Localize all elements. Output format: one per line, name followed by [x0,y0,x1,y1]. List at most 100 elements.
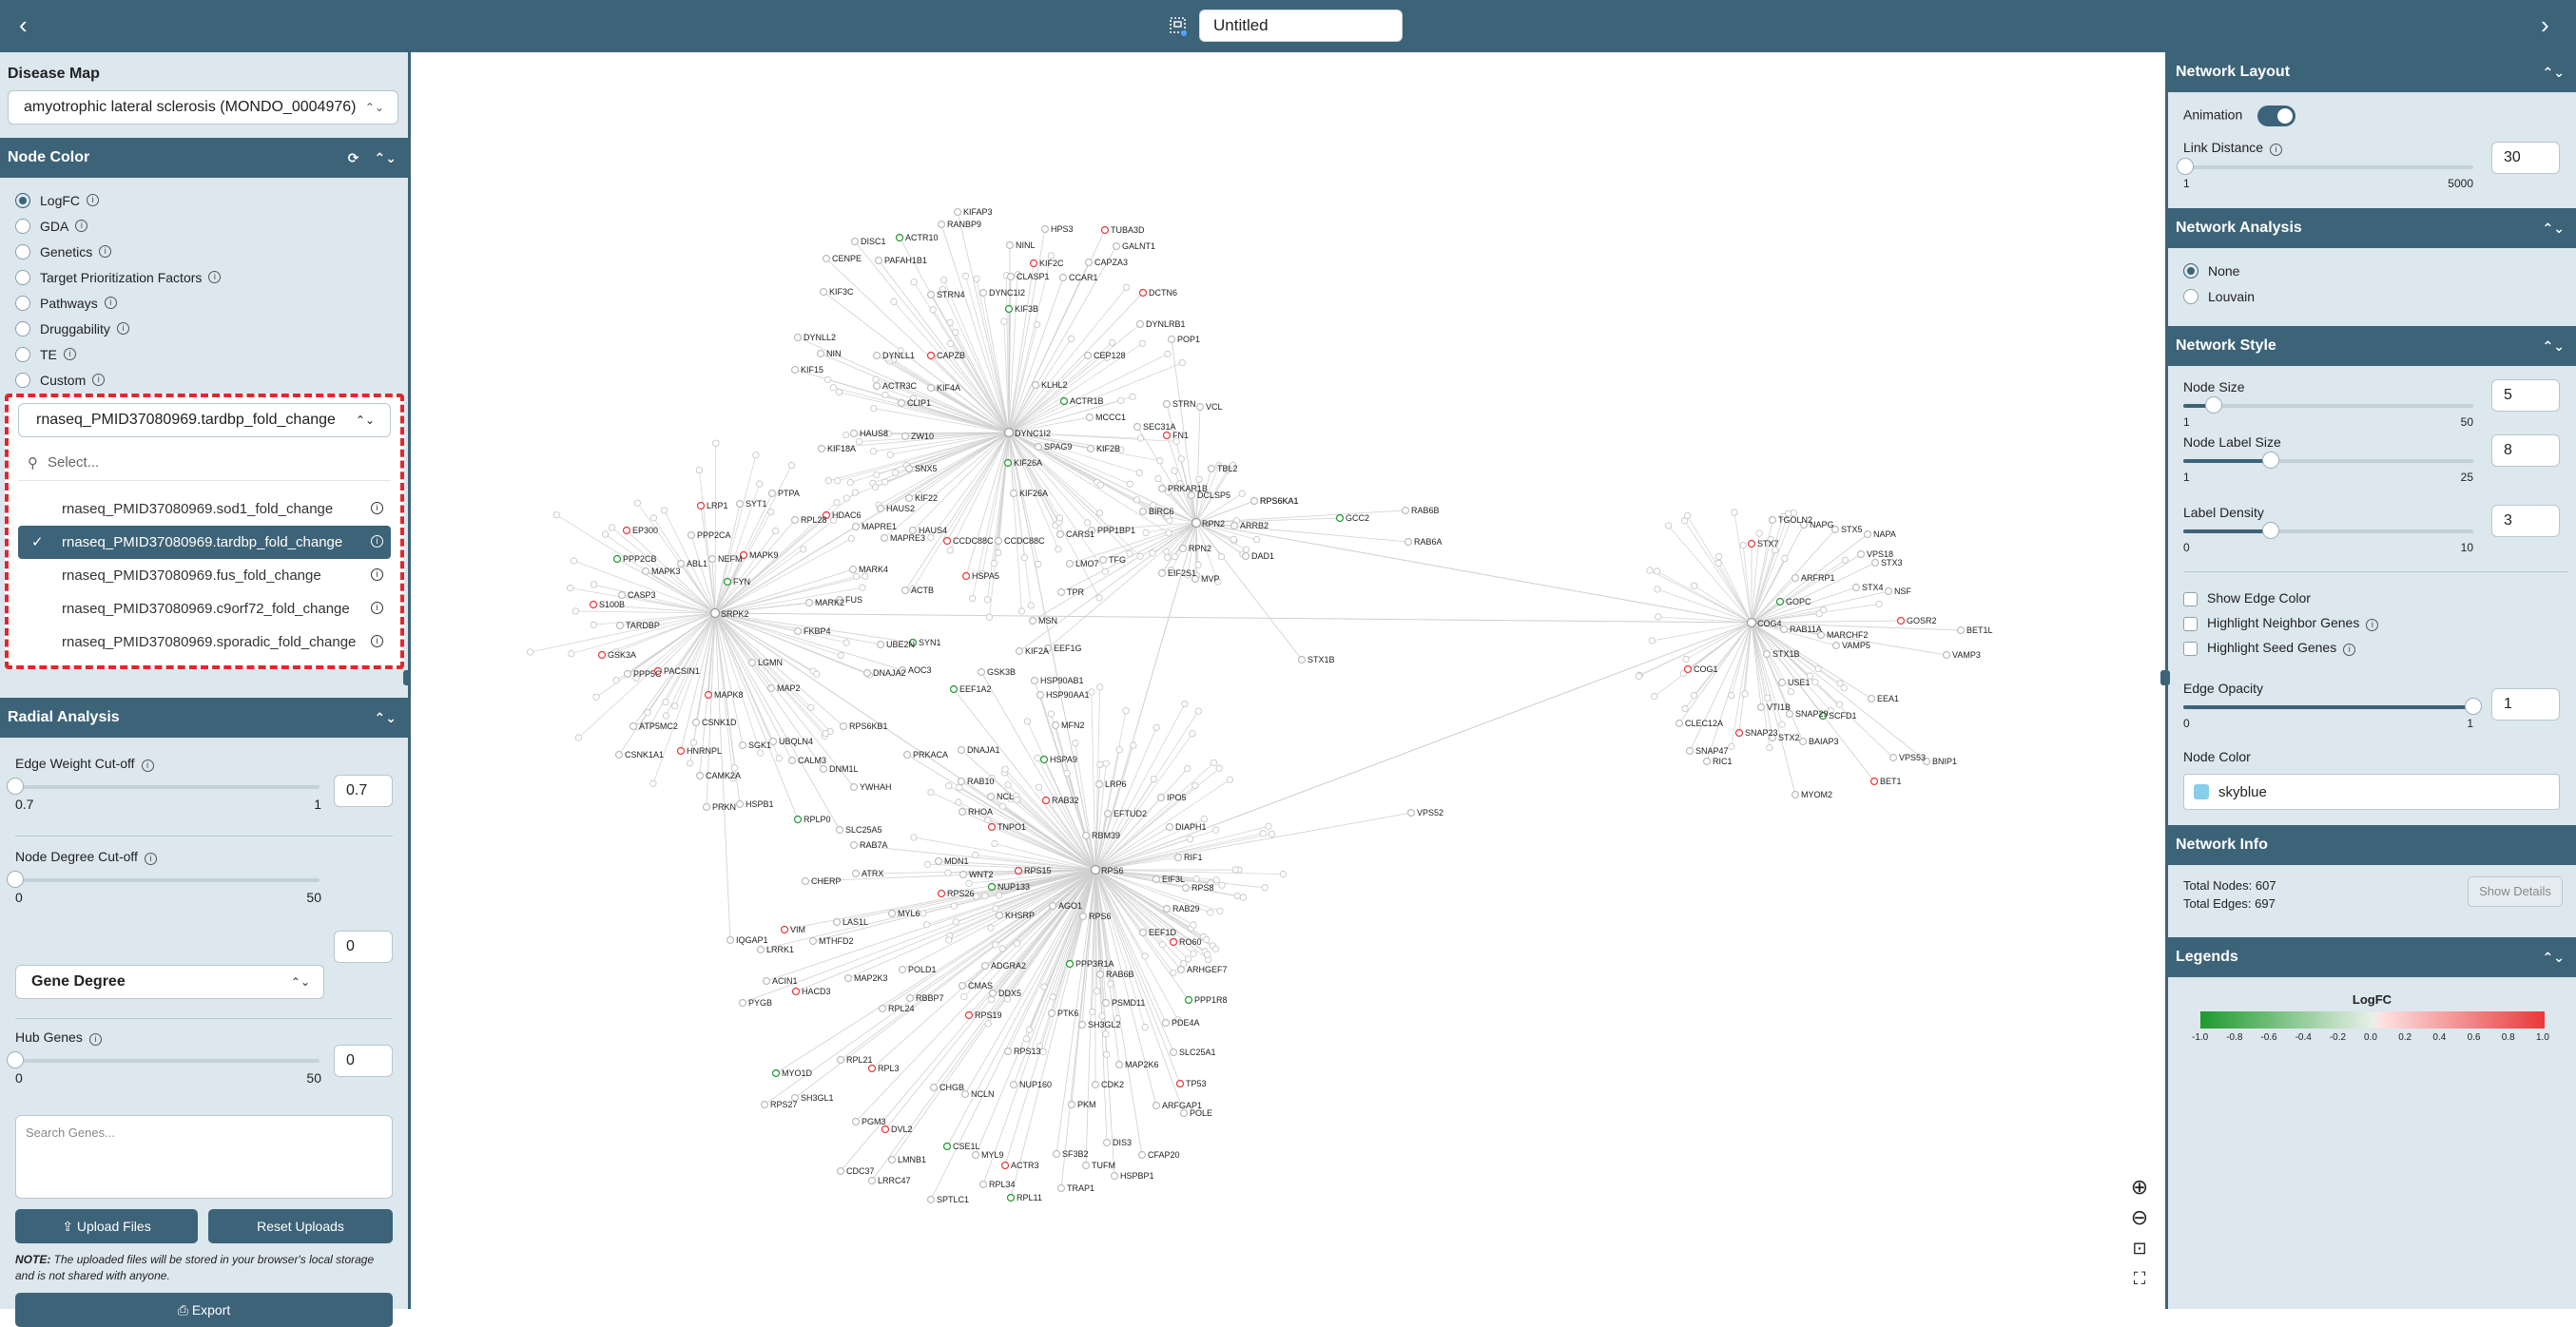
graph-node[interactable] [928,534,934,540]
graph-node[interactable] [1231,523,1238,529]
graph-node[interactable] [1782,555,1788,561]
analysis-none[interactable]: None [2168,258,2576,283]
graph-node[interactable] [1227,777,1232,782]
graph-node[interactable] [928,353,935,359]
graph-node[interactable] [882,392,888,397]
graph-node[interactable] [856,438,862,444]
node-size-slider[interactable] [2183,396,2473,415]
graph-node[interactable] [1114,243,1120,250]
graph-node[interactable] [1041,757,1048,763]
graph-node[interactable] [951,686,958,693]
graph-node[interactable] [1021,554,1027,560]
graph-node[interactable] [1682,705,1688,711]
graph-node[interactable] [869,1066,876,1072]
reset-uploads-button[interactable]: Reset Uploads [208,1209,393,1243]
graph-node[interactable] [1164,401,1171,408]
graph-node[interactable] [1253,537,1259,543]
graph-node[interactable] [643,568,649,575]
graph-node[interactable] [1765,695,1771,701]
graph-node[interactable] [678,748,685,755]
graph-node[interactable] [1647,567,1653,573]
graph-node[interactable] [1116,1062,1123,1068]
graph-node[interactable] [897,235,903,241]
dropdown-search-input[interactable]: ⚲ Select... [18,445,391,481]
network-layout-header[interactable]: Network Layout ⌃⌄ [2168,52,2576,92]
graph-node[interactable] [769,490,776,497]
graph-node[interactable] [853,524,860,530]
graph-node[interactable] [1683,656,1689,662]
graph-node[interactable] [1140,290,1147,297]
graph-node[interactable] [848,535,854,541]
graph-node[interactable] [803,878,809,885]
dropdown-option[interactable]: rnaseq_PMID37080969.sporadic_fold_change… [18,625,391,659]
highlight-neighbor-genes-checkbox[interactable]: Highlight Neighbor Genesi [2183,610,2561,635]
graph-node[interactable] [1096,510,1102,516]
info-icon[interactable]: i [92,374,105,386]
graph-node[interactable] [650,515,656,521]
info-icon[interactable]: i [142,760,154,772]
graph-node[interactable] [688,532,695,539]
graph-node[interactable] [1230,536,1236,542]
collapse-chevron-icon[interactable]: ⌃⌄ [2543,937,2565,977]
graph-node[interactable] [634,500,640,506]
radio[interactable] [15,347,30,362]
graph-node[interactable] [749,660,756,666]
graph-node[interactable] [959,779,965,785]
graph-node[interactable] [1127,550,1133,556]
graph-node[interactable] [852,490,858,495]
back-chevron-icon[interactable]: ‹ [19,12,28,37]
graph-node[interactable] [1266,823,1271,829]
graph-node[interactable] [1005,782,1011,788]
info-icon[interactable]: i [117,322,129,335]
graph-node[interactable] [911,835,917,840]
radio[interactable] [15,321,30,337]
graph-node[interactable] [569,650,574,656]
graph-node[interactable] [966,880,972,886]
graph-node[interactable] [1016,868,1022,875]
graph-node[interactable] [1085,353,1092,359]
graph-node[interactable] [1042,226,1049,233]
graph-node[interactable] [1112,1173,1118,1180]
graph-node[interactable] [980,1182,987,1188]
graph-node[interactable] [617,623,624,629]
graph-node[interactable] [1691,583,1696,588]
graph-node[interactable] [1781,626,1788,633]
graph-node[interactable] [1105,811,1112,817]
graph-node[interactable] [1185,765,1191,771]
graph-node[interactable] [1134,424,1141,431]
graph-node[interactable] [713,440,719,446]
graph-node[interactable] [851,784,858,791]
graph-node[interactable] [1788,688,1793,694]
graph-node[interactable] [575,735,581,740]
graph-node[interactable] [1779,721,1785,727]
graph-node[interactable] [709,556,716,563]
graph-node[interactable] [1033,382,1039,389]
info-icon[interactable]: i [2343,644,2355,656]
edge-weight-slider[interactable] [15,778,320,797]
graph-node[interactable] [1050,994,1056,1000]
graph-node[interactable] [1792,792,1799,798]
graph-node[interactable] [997,913,1003,919]
graph-node[interactable] [800,547,805,552]
graph-node[interactable] [1011,1082,1017,1088]
graph-node[interactable] [851,431,858,437]
graph-node[interactable] [1018,608,1024,614]
graph-node[interactable] [630,723,637,730]
graph-node[interactable] [1056,515,1062,521]
graph-node[interactable] [963,573,970,580]
graph-node[interactable] [1097,761,1103,767]
info-icon[interactable]: i [2270,144,2282,156]
graph-node[interactable] [757,750,763,756]
graph-node[interactable] [1240,894,1246,900]
collapse-chevron-icon[interactable]: ⌃⌄ [375,698,397,738]
graph-node[interactable] [944,1144,951,1150]
graph-node[interactable] [1096,684,1102,690]
graph-node[interactable] [992,840,997,846]
graph-node[interactable] [740,742,746,749]
graph-node[interactable] [1035,755,1040,760]
highlight-seed-genes-checkbox[interactable]: Highlight Seed Genesi [2183,635,2561,660]
graph-node[interactable] [1103,1031,1109,1037]
graph-node[interactable] [834,919,841,926]
graph-node[interactable] [1704,759,1711,765]
graph-node[interactable] [591,582,596,587]
